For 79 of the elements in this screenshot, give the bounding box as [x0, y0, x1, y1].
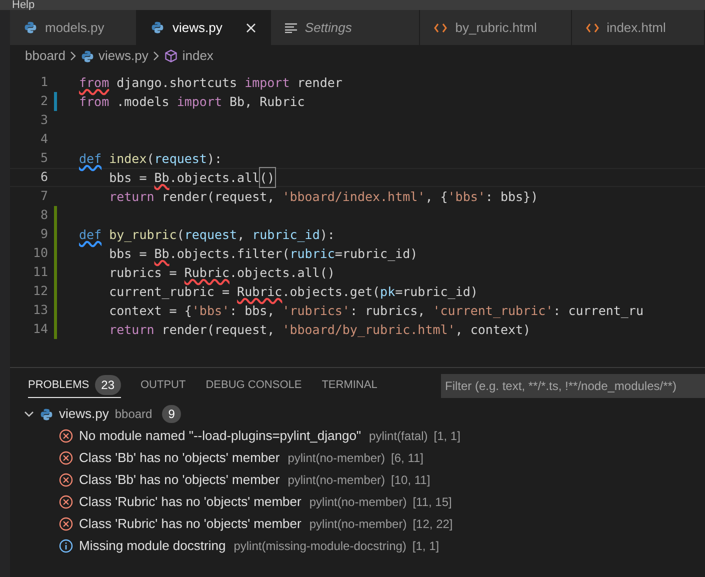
problem-source: pylint(no-member)	[288, 472, 386, 489]
breadcrumb-item[interactable]: views.py	[98, 46, 148, 66]
line-number: 10	[32, 244, 49, 262]
breadcrumb-item[interactable]: index	[182, 46, 214, 66]
error-icon	[59, 495, 73, 509]
editor-tab[interactable]: index.html	[572, 10, 705, 45]
problem-source: pylint(no-member)	[309, 516, 407, 533]
python-icon	[24, 21, 37, 34]
cube-icon	[164, 49, 178, 63]
line-number: 9	[39, 225, 49, 244]
code-line: current_rubric = Rubric.objects.get(pk=rubric_id)	[108, 282, 478, 301]
problem-position: [6, 11]	[391, 450, 424, 467]
problem-position: [11, 15]	[412, 494, 452, 511]
problem-message[interactable]: Class 'Rubric' has no 'objects' member	[79, 514, 302, 534]
panel-tab[interactable]: OUTPUT	[140, 374, 186, 398]
line-number: 2	[39, 92, 49, 110]
python-icon	[151, 21, 164, 34]
line-number: 6	[39, 168, 49, 186]
error-icon	[59, 473, 73, 487]
code-line: def by_rubric(request, rubric_id):	[79, 226, 335, 244]
python-icon	[40, 408, 53, 420]
chevron-right-icon	[69, 51, 78, 61]
editor-tab[interactable]: models.py	[10, 10, 138, 45]
problem-position: [12, 22]	[412, 516, 453, 533]
line-number: 12	[32, 282, 49, 300]
panel-tab[interactable]: TERMINAL	[322, 374, 378, 398]
line-number: 4	[39, 130, 49, 148]
problem-source: pylint(missing-module-docstring)	[234, 538, 406, 555]
count-badge: 23	[95, 375, 120, 395]
problem-message[interactable]: Class 'Bb' has no 'objects' member	[79, 448, 280, 468]
line-number: 3	[39, 111, 49, 130]
python-icon	[81, 50, 94, 62]
code-line: from django.shortcuts import render	[79, 74, 342, 92]
count-badge: 9	[162, 405, 181, 423]
breadcrumb-item[interactable]: bboard	[25, 46, 66, 66]
file-name[interactable]: views.py	[59, 404, 109, 424]
menu-item[interactable]: Help	[8, 0, 39, 10]
chevron-down-icon[interactable]	[24, 409, 34, 419]
problem-message[interactable]: Missing module docstring	[79, 536, 226, 556]
error-icon	[59, 429, 73, 443]
line-number: 8	[39, 206, 49, 224]
problem-source: pylint(no-member)	[309, 494, 407, 511]
code-line: bbs = Bb.objects.filter(rubric=rubric_id)	[108, 244, 418, 263]
line-number: 5	[39, 149, 49, 168]
code-line: rubrics = Rubric.objects.all()	[108, 264, 335, 282]
line-number: 13	[32, 301, 49, 320]
filter-field[interactable]: Filter (e.g. text, **/*.ts, !**/node_modules/**)	[441, 374, 705, 398]
error-icon	[59, 451, 73, 465]
code-line: def index(request):	[79, 150, 222, 168]
problem-source: pylint(no-member)	[288, 450, 386, 467]
error-icon	[59, 517, 73, 531]
lines-icon	[284, 22, 297, 32]
problem-position: [1, 1]	[412, 538, 440, 555]
code-line: context = {'bbs': bbs, 'rubrics': rubrics, 'current_rubric': current_ru	[108, 302, 644, 320]
folder-name: bboard	[114, 406, 152, 423]
panel-tab[interactable]: PROBLEMS 23	[28, 374, 120, 398]
code-line: from .models import Bb, Rubric	[79, 92, 305, 111]
problem-message[interactable]: No module named "--load-plugins=pylint_django"	[79, 426, 362, 446]
info-icon	[59, 539, 73, 553]
line-number: 14	[32, 320, 49, 338]
code-line: return render(request, 'bboard/index.html', {'bbs': bbs})	[108, 188, 538, 206]
editor-tab[interactable]: by_rubric.html	[420, 10, 572, 45]
problem-position: [1, 1]	[434, 428, 460, 445]
problem-source: pylint(fatal)	[369, 428, 428, 445]
code-line: return render(request, 'bboard/by_rubric.html', context)	[108, 320, 531, 339]
problem-message[interactable]: Class 'Rubric' has no 'objects' member	[79, 492, 302, 512]
chevron-right-icon	[152, 51, 160, 61]
panel-tab[interactable]: DEBUG CONSOLE	[206, 374, 302, 398]
line-number: 7	[39, 187, 49, 206]
close-icon[interactable]	[246, 22, 256, 32]
angle-brackets-icon	[434, 22, 448, 32]
editor-tab[interactable]: views.py	[137, 10, 271, 45]
problem-position: [10, 11]	[391, 472, 430, 489]
line-number: 1	[39, 73, 49, 92]
line-number: 11	[32, 263, 49, 282]
angle-brackets-icon	[586, 22, 599, 32]
code-line: bbs = Bb.objects.all()	[79, 168, 275, 188]
editor-tab[interactable]: Settings	[270, 10, 420, 45]
problem-message[interactable]: Class 'Bb' has no 'objects' member	[79, 470, 280, 490]
